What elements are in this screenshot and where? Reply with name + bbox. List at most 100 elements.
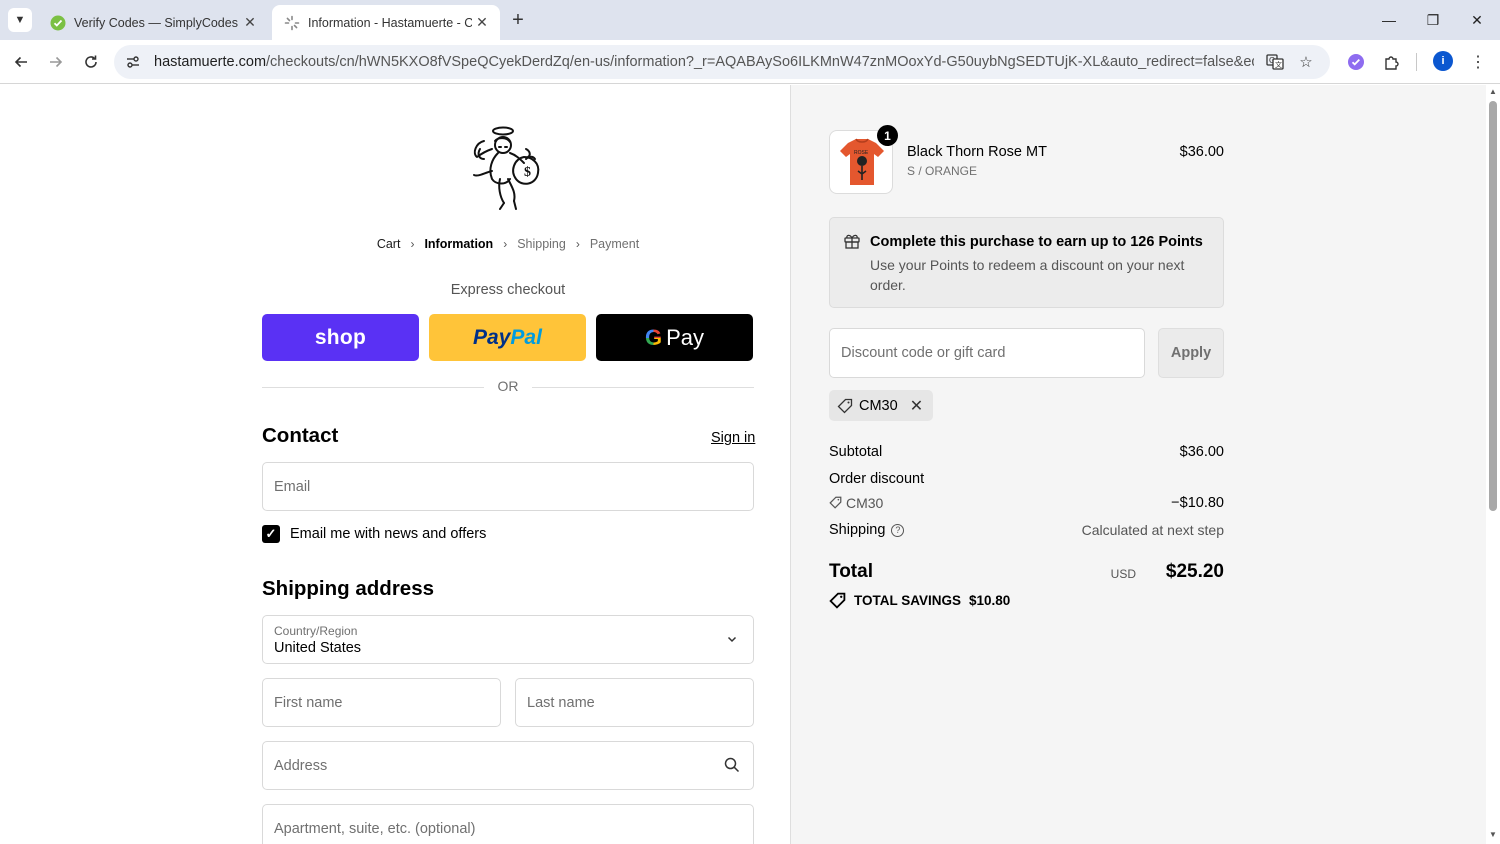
breadcrumb-payment: Payment — [589, 237, 640, 251]
apply-discount-button[interactable]: Apply — [1158, 328, 1224, 378]
country-select[interactable]: Country/Region United States — [262, 615, 754, 664]
tag-icon — [829, 592, 846, 609]
breadcrumb: Cart › Information › Shipping › Payment — [262, 237, 754, 251]
currency-code: USD — [1110, 567, 1136, 581]
shop-pay-button[interactable]: shop — [262, 314, 419, 361]
email-news-checkbox[interactable]: ✓ — [262, 525, 280, 543]
scrollbar-thumb[interactable] — [1489, 101, 1497, 511]
subtotal-row: Subtotal $36.00 — [829, 444, 1224, 460]
discount-code-line: CM30 — [829, 495, 883, 511]
points-title: Complete this purchase to earn up to 126… — [870, 234, 1203, 250]
shipping-address-heading: Shipping address — [262, 577, 434, 600]
last-name-field[interactable]: Last name — [515, 678, 754, 727]
total-savings: TOTAL SAVINGS $10.80 — [829, 592, 1010, 609]
breadcrumb-information: Information — [424, 237, 494, 251]
breadcrumb-shipping: Shipping — [517, 237, 566, 251]
chevron-right-icon: › — [503, 237, 508, 251]
loading-favicon-icon — [284, 15, 300, 31]
tab-search-dropdown-icon[interactable]: ▼ — [8, 8, 32, 32]
paypal-logo-part2: Pal — [510, 325, 542, 349]
google-pay-button[interactable]: G Pay — [596, 314, 753, 361]
first-name-placeholder: First name — [274, 695, 343, 711]
paypal-button[interactable]: Pay Pal — [429, 314, 586, 361]
last-name-placeholder: Last name — [527, 695, 595, 711]
close-window-icon[interactable]: ✕ — [1454, 0, 1500, 40]
checkout-main: $ Cart › Information › Shipping › Paymen… — [0, 85, 790, 844]
discount-code-row: CM30 −$10.80 — [829, 495, 1224, 512]
tag-icon — [837, 398, 853, 413]
simplycodes-favicon-icon — [50, 15, 66, 31]
points-banner: Complete this purchase to earn up to 126… — [829, 217, 1224, 308]
email-news-row[interactable]: ✓ Email me with news and offers — [262, 525, 486, 543]
product-name: Black Thorn Rose MT — [907, 144, 1047, 160]
apartment-field[interactable]: Apartment, suite, etc. (optional) — [262, 804, 754, 844]
savings-value: $10.80 — [969, 593, 1011, 608]
chevron-right-icon: › — [575, 237, 580, 251]
apartment-placeholder: Apartment, suite, etc. (optional) — [274, 821, 476, 837]
discount-placeholder: Discount code or gift card — [841, 345, 1006, 361]
shipping-label: Shipping — [829, 522, 886, 538]
sign-in-link[interactable]: Sign in — [711, 430, 755, 446]
svg-text:$: $ — [524, 165, 531, 180]
tab-hastamuerte[interactable]: Information - Hastamuerte - Ch ✕ — [272, 5, 500, 40]
google-pay-label: Pay — [666, 324, 705, 350]
scroll-up-icon[interactable]: ▲ — [1489, 87, 1497, 96]
back-icon[interactable] — [9, 50, 33, 74]
email-news-label: Email me with news and offers — [290, 526, 487, 542]
address-placeholder: Address — [274, 758, 328, 774]
tab-simplycodes[interactable]: Verify Codes — SimplyCodes ✕ — [38, 5, 268, 40]
gift-icon — [844, 234, 860, 249]
site-info-icon[interactable] — [122, 51, 144, 73]
close-tab-icon[interactable]: ✕ — [472, 13, 492, 33]
order-discount-label: Order discount — [829, 471, 925, 487]
product-price: $36.00 — [1179, 144, 1224, 160]
profile-avatar[interactable]: i — [1433, 51, 1453, 71]
email-field[interactable]: Email — [262, 462, 754, 511]
total-value: $25.20 — [1165, 561, 1224, 582]
first-name-field[interactable]: First name — [262, 678, 501, 727]
tag-icon — [829, 496, 842, 509]
toolbar-divider — [1416, 53, 1417, 71]
forward-icon[interactable] — [44, 50, 68, 74]
new-tab-icon[interactable]: + — [506, 8, 530, 32]
discount-value: −$10.80 — [1171, 495, 1224, 511]
country-value: United States — [274, 640, 362, 656]
shipping-value: Calculated at next step — [1081, 522, 1224, 538]
breadcrumb-cart[interactable]: Cart — [377, 237, 401, 251]
order-discount-row: Order discount — [829, 471, 1224, 487]
reload-icon[interactable] — [79, 50, 103, 74]
minimize-icon[interactable]: — — [1366, 0, 1412, 40]
savings-label: TOTAL SAVINGS — [854, 593, 962, 608]
discount-code-label: CM30 — [846, 495, 884, 511]
paypal-logo-part1: Pay — [473, 325, 511, 349]
scroll-down-icon[interactable]: ▼ — [1489, 830, 1497, 839]
order-summary: ROSE 1 Black Thorn Rose MT S / ORANGE $3… — [790, 85, 1486, 844]
search-icon — [723, 756, 741, 774]
chevron-right-icon: › — [410, 237, 415, 251]
translate-icon[interactable]: G文 — [1264, 51, 1286, 73]
more-menu-icon[interactable]: ⋮ — [1466, 50, 1490, 74]
tab-title: Information - Hastamuerte - Ch — [308, 15, 472, 30]
address-bar[interactable]: hastamuerte.com/checkouts/cn/hWN5KXO8fVS… — [114, 45, 1330, 79]
browser-toolbar: hastamuerte.com/checkouts/cn/hWN5KXO8fVS… — [0, 40, 1500, 84]
or-label: OR — [497, 378, 519, 394]
help-icon[interactable]: ? — [891, 524, 905, 537]
extension-simplycodes-icon[interactable] — [1344, 50, 1368, 74]
discount-code-input[interactable]: Discount code or gift card — [829, 328, 1145, 378]
shop-pay-logo: shop — [314, 325, 367, 349]
extensions-puzzle-icon[interactable] — [1380, 50, 1404, 74]
subtotal-label: Subtotal — [829, 444, 883, 460]
quantity-badge: 1 — [877, 125, 898, 146]
restore-icon[interactable]: ❐ — [1410, 0, 1456, 40]
url-text: hastamuerte.com/checkouts/cn/hWN5KXO8fVS… — [154, 54, 1254, 70]
page-scrollbar[interactable]: ▲ ▼ — [1486, 85, 1500, 844]
address-field[interactable]: Address — [262, 741, 754, 790]
hastamuerte-logo[interactable]: $ — [470, 123, 552, 217]
total-label: Total — [829, 561, 873, 582]
checkout-page: $ Cart › Information › Shipping › Paymen… — [0, 85, 1500, 844]
bookmark-star-icon[interactable]: ☆ — [1295, 51, 1317, 73]
applied-code-label: CM30 — [859, 397, 898, 414]
close-tab-icon[interactable]: ✕ — [240, 13, 260, 33]
tab-strip: ▼ Verify Codes — SimplyCodes ✕ Informati… — [0, 0, 1500, 40]
remove-discount-icon[interactable]: ✕ — [910, 396, 923, 416]
